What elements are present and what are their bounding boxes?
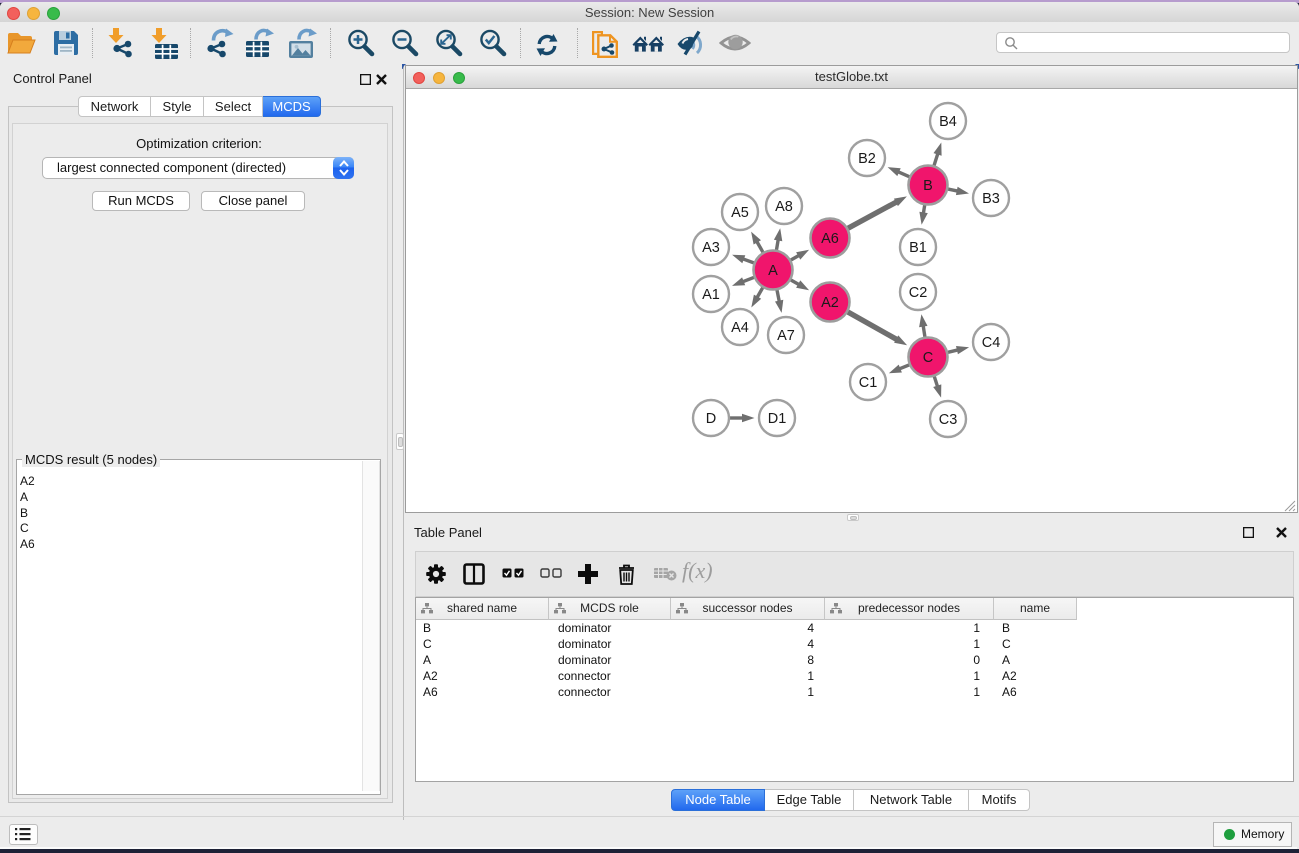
svg-text:B3: B3 [982, 191, 1000, 207]
svg-text:C: C [923, 350, 933, 366]
svg-text:A8: A8 [775, 199, 793, 215]
svg-text:A5: A5 [731, 205, 749, 221]
svg-text:B: B [923, 178, 933, 194]
svg-text:B2: B2 [858, 151, 876, 167]
svg-text:A4: A4 [731, 320, 749, 336]
svg-text:C2: C2 [909, 285, 928, 301]
svg-text:C3: C3 [939, 412, 958, 428]
svg-text:D1: D1 [768, 411, 787, 427]
svg-text:B1: B1 [909, 240, 927, 256]
svg-text:B4: B4 [939, 114, 957, 130]
svg-text:A6: A6 [821, 231, 839, 247]
svg-text:A2: A2 [821, 295, 839, 311]
svg-text:A: A [768, 263, 778, 279]
svg-text:A7: A7 [777, 328, 795, 344]
svg-text:A1: A1 [702, 287, 720, 303]
svg-text:C1: C1 [859, 375, 878, 391]
svg-text:A3: A3 [702, 240, 720, 256]
svg-text:C4: C4 [982, 335, 1001, 351]
svg-text:D: D [706, 411, 716, 427]
